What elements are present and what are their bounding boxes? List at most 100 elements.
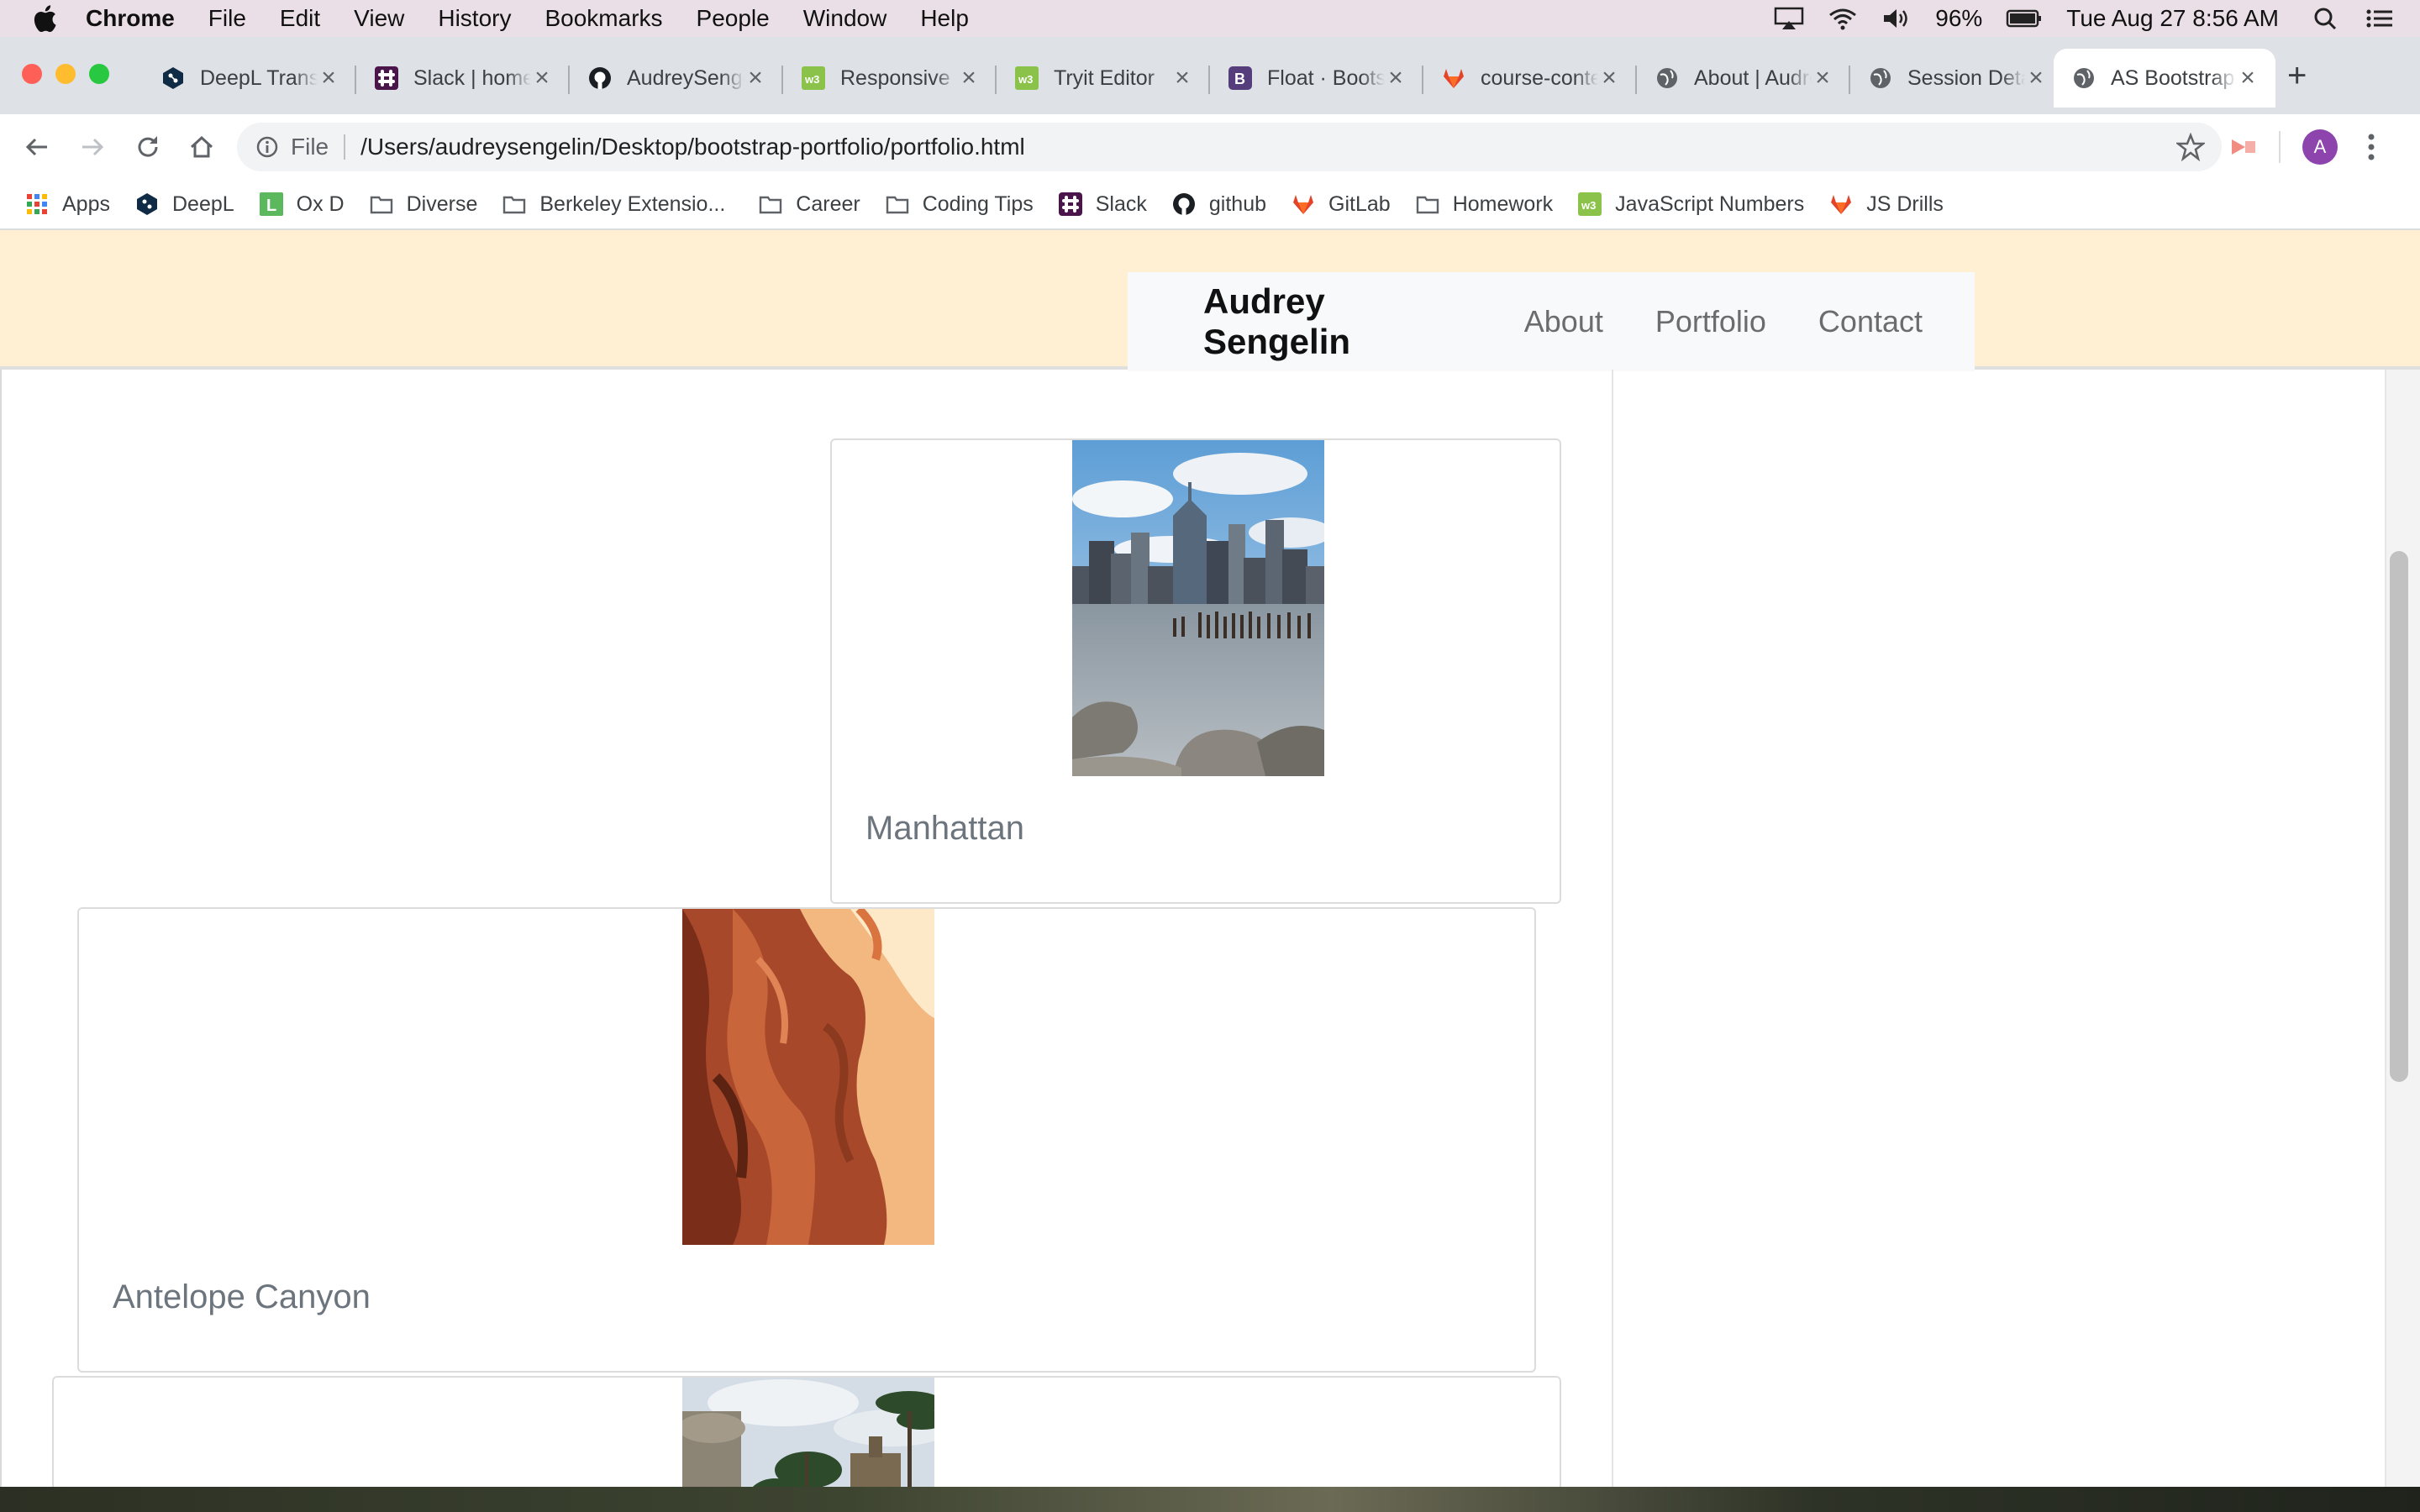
bookmark-slack[interactable]: Slack (1058, 192, 1147, 217)
menu-people[interactable]: People (697, 5, 770, 32)
bookmark-folder-diverse[interactable]: Diverse (370, 192, 478, 217)
bookmark-folder-career[interactable]: Career (759, 192, 860, 217)
menu-app-name[interactable]: Chrome (86, 5, 175, 32)
bookmarks-bar: Apps DeepL L Ox D Diverse Berkeley Exten… (0, 180, 2420, 230)
close-tab-icon[interactable]: × (1812, 64, 1833, 92)
menubar-clock[interactable]: Tue Aug 27 8:56 AM (2066, 5, 2279, 32)
bookmark-folder-homework[interactable]: Homework (1416, 192, 1553, 217)
menu-edit[interactable]: Edit (280, 5, 320, 32)
nav-link-contact[interactable]: Contact (1818, 304, 1923, 339)
battery-icon[interactable] (2006, 7, 2043, 30)
tab-tryit-editor[interactable]: w3 Tryit Editor × (997, 49, 1210, 108)
menu-history[interactable]: History (438, 5, 511, 32)
close-tab-icon[interactable]: × (2025, 64, 2047, 92)
tab-about[interactable]: About | Audrey × (1637, 49, 1850, 108)
nav-link-about[interactable]: About (1524, 304, 1603, 339)
spotlight-search-icon[interactable] (2311, 7, 2341, 30)
apple-logo-icon[interactable] (32, 4, 57, 33)
bookmark-js-drills[interactable]: JS Drills (1829, 192, 1944, 217)
url-text[interactable]: /Users/audreysengelin/Desktop/bootstrap-… (360, 134, 1025, 160)
deepl-icon (163, 67, 183, 89)
close-tab-icon[interactable]: × (2237, 64, 2259, 92)
w3schools-icon: w3 (802, 66, 825, 90)
city-skyline-image (1072, 440, 1324, 776)
close-tab-icon[interactable]: × (531, 64, 553, 92)
tab-responsive[interactable]: w3 Responsive × (783, 49, 997, 108)
menu-help[interactable]: Help (920, 5, 969, 32)
tab-title: Tryit Editor (1054, 66, 1155, 90)
tab-gitlab-course[interactable]: course-content × (1423, 49, 1637, 108)
bookmark-label: Berkeley Extensio... (539, 192, 726, 216)
tab-strip: DeepL Translator × Slack | home × Audrey… (0, 37, 2420, 114)
menu-bookmarks[interactable]: Bookmarks (544, 5, 662, 32)
address-bar[interactable]: File /Users/audreysengelin/Desktop/boots… (237, 123, 2222, 171)
airplay-icon[interactable] (1774, 7, 1804, 30)
manhattan-photo[interactable] (1072, 440, 1324, 776)
desktop-background (0, 1487, 2420, 1512)
close-tab-icon[interactable]: × (1171, 64, 1193, 92)
folder-icon (1416, 196, 1439, 214)
tab-bootstrap-float[interactable]: B Float · Bootstrap × (1210, 49, 1423, 108)
info-icon[interactable] (255, 135, 279, 159)
bookmark-apps[interactable]: Apps (25, 192, 110, 217)
gitlab-icon (1293, 195, 1314, 214)
portfolio-card-third[interactable] (52, 1376, 1561, 1487)
reload-button[interactable] (131, 130, 165, 164)
tab-title: Responsive (840, 66, 950, 90)
site-brand-link[interactable]: Audrey Sengelin (1203, 281, 1459, 362)
bookmark-ox-d[interactable]: L Ox D (259, 192, 345, 217)
close-tab-icon[interactable]: × (1598, 64, 1620, 92)
extension-icon[interactable] (2227, 131, 2259, 163)
bookmark-javascript-numbers[interactable]: w3 JavaScript Numbers (1578, 192, 1804, 217)
gitlab-icon (1444, 69, 1464, 88)
palm-trees-image (682, 1378, 934, 1487)
menu-file[interactable]: File (208, 5, 246, 32)
close-tab-icon[interactable]: × (318, 64, 339, 92)
tab-session-details[interactable]: Session Details × (1850, 49, 2064, 108)
toolbar-divider (2279, 131, 2281, 163)
tab-as-bootstrap[interactable]: AS Bootstrap × (2054, 49, 2275, 108)
bookmark-github[interactable]: github (1172, 192, 1266, 217)
folder-icon (503, 196, 526, 214)
bookmark-folder-coding-tips[interactable]: Coding Tips (886, 192, 1034, 217)
bookmark-label: Apps (62, 192, 110, 216)
tab-slack[interactable]: Slack | home × (356, 49, 570, 108)
close-tab-icon[interactable]: × (744, 64, 766, 92)
close-tab-icon[interactable]: × (1385, 64, 1407, 92)
portfolio-card-manhattan[interactable]: Manhattan (830, 438, 1561, 904)
new-tab-button[interactable]: + (2287, 59, 2307, 92)
back-button[interactable] (20, 130, 54, 164)
bootstrap-icon: B (1228, 66, 1252, 90)
deepl-icon (136, 193, 157, 215)
tab-deepl[interactable]: DeepL Translator × (143, 49, 356, 108)
volume-icon[interactable] (1881, 7, 1912, 30)
wifi-icon[interactable] (1828, 7, 1858, 30)
menu-view[interactable]: View (354, 5, 404, 32)
close-window-button[interactable] (22, 64, 42, 84)
bookmark-folder-berkeley[interactable]: Berkeley Extensio... (502, 192, 725, 217)
svg-text:B: B (1234, 71, 1245, 87)
nav-link-portfolio[interactable]: Portfolio (1655, 304, 1766, 339)
bookmark-star-icon[interactable] (2176, 133, 2205, 161)
bookmark-gitlab[interactable]: GitLab (1292, 192, 1391, 217)
bookmark-deepl[interactable]: DeepL (135, 192, 234, 217)
forward-button[interactable] (76, 130, 109, 164)
bookmark-label: Diverse (406, 192, 478, 216)
home-button[interactable] (185, 130, 218, 164)
notification-center-icon[interactable] (2365, 7, 2395, 30)
antelope-canyon-photo[interactable] (682, 909, 934, 1245)
tab-github[interactable]: AudreySengelin × (570, 49, 783, 108)
site-header: Audrey Sengelin About Portfolio Contact (0, 230, 2420, 371)
macos-menu-bar: Chrome File Edit View History Bookmarks … (0, 0, 2420, 37)
zoom-window-button[interactable] (89, 64, 109, 84)
minimize-window-button[interactable] (55, 64, 76, 84)
page-scrollbar-thumb[interactable] (2390, 551, 2408, 1082)
close-tab-icon[interactable]: × (958, 64, 980, 92)
third-photo[interactable] (682, 1378, 934, 1487)
menu-window[interactable]: Window (803, 5, 887, 32)
tab-title: AudreySengelin (627, 66, 744, 90)
chrome-menu-icon[interactable] (2363, 129, 2380, 165)
tab-title: course-content (1481, 66, 1598, 90)
profile-avatar[interactable]: A (2302, 129, 2338, 165)
portfolio-card-antelope-canyon[interactable]: Antelope Canyon (77, 907, 1536, 1373)
